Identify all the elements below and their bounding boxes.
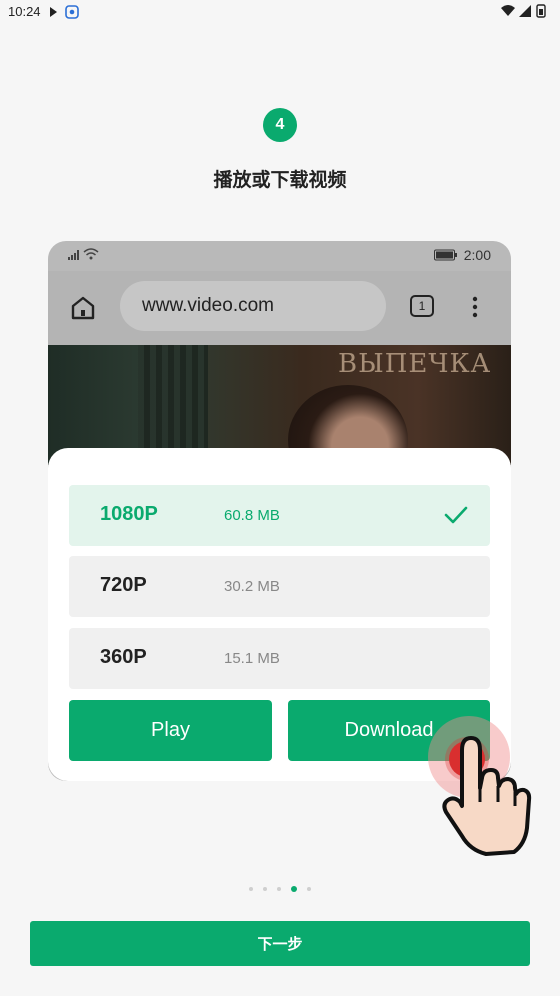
- page-dot: [263, 887, 267, 891]
- quality-label: 360P: [100, 646, 147, 668]
- mock-url-field: www.video.com: [120, 281, 386, 331]
- mock-battery-icon: [433, 249, 457, 261]
- status-time: 10:24: [8, 4, 41, 19]
- quality-size: 15.1 MB: [224, 650, 280, 667]
- quality-option-360p: 360P 15.1 MB: [69, 628, 490, 689]
- phone-mockup: 2:00 www.video.com 1 ВЫПЕЧКА 1080P 60.8 …: [48, 241, 511, 781]
- tabs-count-icon: 1: [410, 295, 434, 317]
- video-thumbnail: ВЫПЕЧКА: [48, 345, 511, 495]
- quality-size: 60.8 MB: [224, 507, 280, 524]
- mock-status-time: 2:00: [463, 247, 491, 263]
- quality-option-720p: 720P 30.2 MB: [69, 556, 490, 617]
- mock-signal-icon: [68, 247, 104, 264]
- page-dot: [249, 887, 253, 891]
- page-dot: [307, 887, 311, 891]
- next-step-button[interactable]: 下一步: [30, 921, 530, 966]
- status-bar: 10:24: [0, 0, 560, 24]
- mock-status-bar: 2:00: [48, 241, 511, 271]
- page-dot: [277, 887, 281, 891]
- quality-option-1080p: 1080P 60.8 MB: [69, 485, 490, 546]
- system-icons: [500, 4, 550, 21]
- page-indicator: [0, 886, 560, 892]
- pointing-hand-icon: [442, 736, 532, 856]
- step-title: 播放或下载视频: [213, 170, 347, 191]
- home-icon: [71, 296, 95, 320]
- quality-label: 720P: [100, 574, 147, 596]
- check-icon: [444, 506, 468, 524]
- quality-size: 30.2 MB: [224, 578, 280, 595]
- mock-browser-bar: www.video.com 1: [48, 271, 511, 345]
- page-dot-active: [291, 886, 297, 892]
- step-number-badge: 4: [263, 108, 297, 142]
- video-sign-text: ВЫПЕЧКА: [338, 349, 492, 379]
- quality-label: 1080P: [100, 503, 158, 525]
- notification-icons: [48, 5, 82, 22]
- mock-play-button: Play: [69, 700, 272, 761]
- more-vertical-icon: [472, 296, 478, 318]
